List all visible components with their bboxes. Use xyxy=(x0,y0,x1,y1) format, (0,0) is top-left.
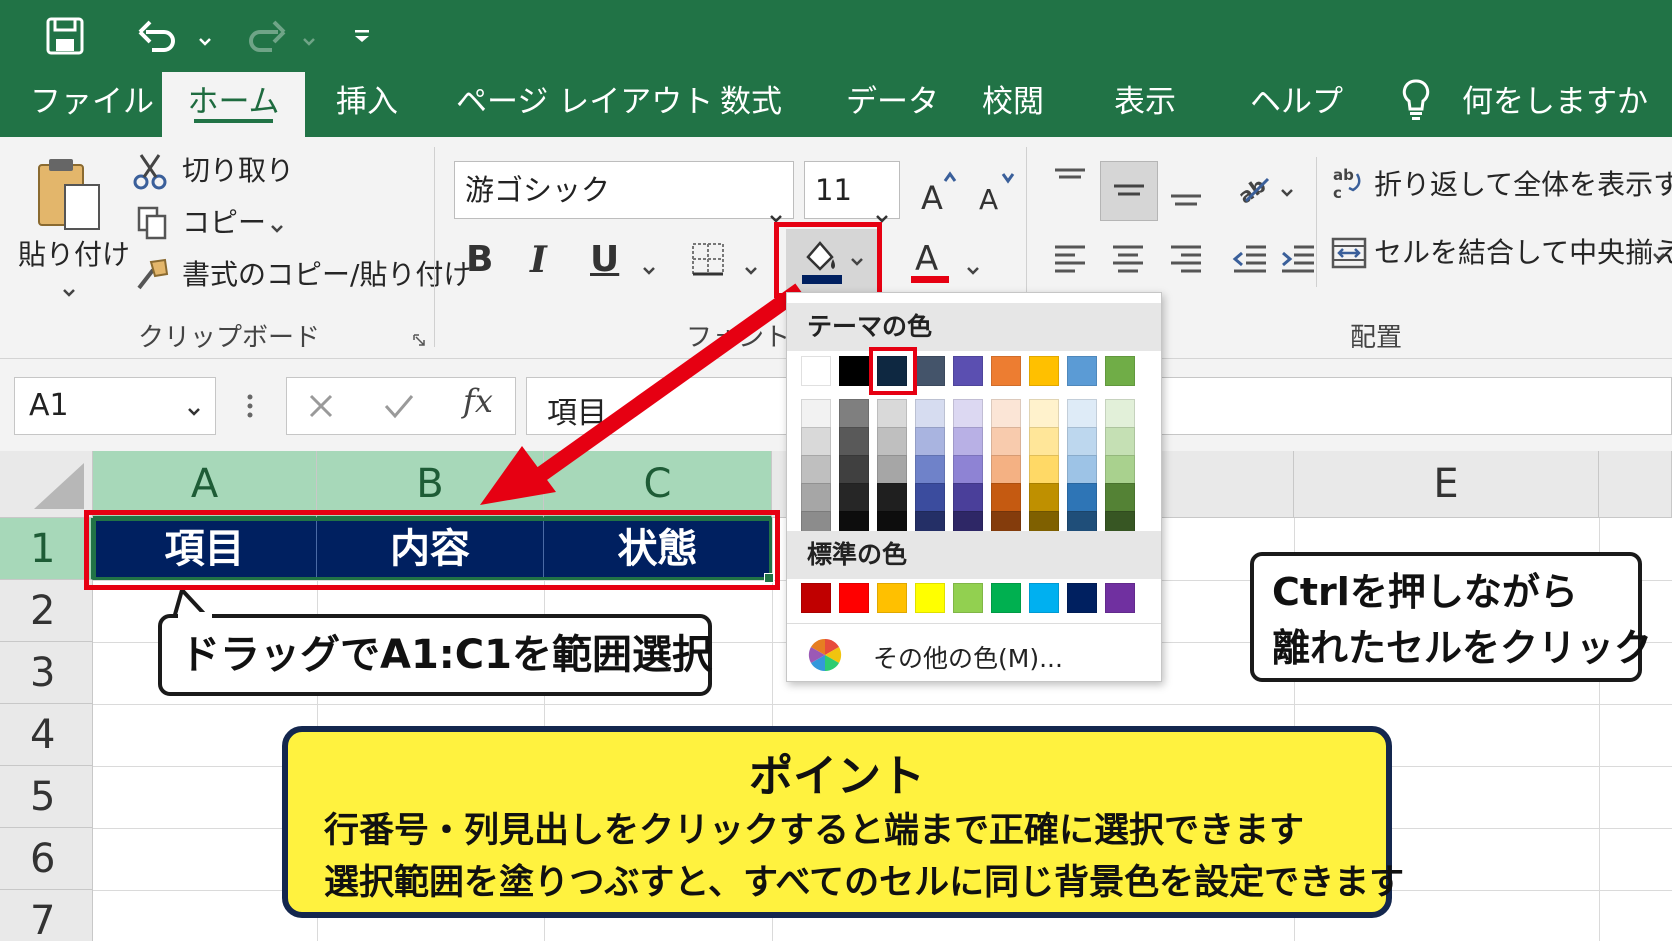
theme-shade-swatch[interactable] xyxy=(991,427,1021,457)
more-colors-label: その他の色(M)... xyxy=(873,644,1063,673)
theme-shade-swatch[interactable] xyxy=(1105,399,1135,429)
theme-shade-swatch[interactable] xyxy=(877,427,907,457)
theme-shade-swatch[interactable] xyxy=(1029,427,1059,457)
theme-color-swatch[interactable] xyxy=(1105,356,1135,386)
standard-color-swatch[interactable] xyxy=(801,583,831,613)
point-title: ポイント xyxy=(749,751,925,802)
theme-color-swatch[interactable] xyxy=(839,356,869,386)
ctrl-click-callout: Ctrlを押しながら 離れたセルをクリック xyxy=(1250,552,1653,682)
theme-shade-swatch[interactable] xyxy=(915,455,945,485)
theme-shade-swatch[interactable] xyxy=(1029,399,1059,429)
theme-color-swatch[interactable] xyxy=(915,356,945,386)
theme-shade-swatch[interactable] xyxy=(953,483,983,513)
theme-shade-swatch[interactable] xyxy=(1029,483,1059,513)
theme-shade-swatch[interactable] xyxy=(839,483,869,513)
theme-shade-swatch[interactable] xyxy=(801,399,831,429)
theme-shade-swatch[interactable] xyxy=(801,483,831,513)
theme-color-swatch[interactable] xyxy=(801,356,831,386)
theme-shade-swatch[interactable] xyxy=(1105,427,1135,457)
theme-color-swatch[interactable] xyxy=(991,356,1021,386)
theme-shade-swatch[interactable] xyxy=(915,483,945,513)
ctrl-callout-line2: 離れたセルをクリック xyxy=(1272,626,1653,670)
selected-color-highlight-box xyxy=(869,347,917,395)
theme-shade-swatch[interactable] xyxy=(877,399,907,429)
fill-color-dropdown: テーマの色 標準の色 その他の色(M)... xyxy=(786,292,1162,682)
theme-color-swatch[interactable] xyxy=(953,356,983,386)
theme-shade-swatch[interactable] xyxy=(1029,455,1059,485)
color-wheel-icon xyxy=(808,638,842,672)
point-line-1: 行番号・列見出しをクリックすると端まで正確に選択できます xyxy=(324,811,1305,851)
palette-divider xyxy=(787,623,1161,624)
theme-shade-swatch[interactable] xyxy=(801,427,831,457)
theme-shade-swatch[interactable] xyxy=(1067,483,1097,513)
standard-color-swatch[interactable] xyxy=(1029,583,1059,613)
theme-shade-swatch[interactable] xyxy=(1067,399,1097,429)
standard-color-swatch[interactable] xyxy=(991,583,1021,613)
theme-shade-swatch[interactable] xyxy=(1105,483,1135,513)
ctrl-callout-line1: Ctrlを押しながら xyxy=(1272,570,1578,614)
theme-color-swatch[interactable] xyxy=(1029,356,1059,386)
standard-color-swatch[interactable] xyxy=(877,583,907,613)
standard-color-swatch[interactable] xyxy=(839,583,869,613)
theme-shade-swatch[interactable] xyxy=(877,483,907,513)
theme-shade-swatch[interactable] xyxy=(953,399,983,429)
theme-shade-swatch[interactable] xyxy=(1105,455,1135,485)
theme-shade-swatch[interactable] xyxy=(1067,455,1097,485)
theme-shade-swatch[interactable] xyxy=(1067,427,1097,457)
standard-colors-heading: 標準の色 xyxy=(787,531,1161,579)
standard-color-swatch[interactable] xyxy=(1067,583,1097,613)
theme-shade-swatch[interactable] xyxy=(991,399,1021,429)
standard-color-swatch[interactable] xyxy=(915,583,945,613)
theme-shade-swatch[interactable] xyxy=(915,427,945,457)
standard-color-swatch[interactable] xyxy=(1105,583,1135,613)
theme-shade-swatch[interactable] xyxy=(915,399,945,429)
point-line-2: 選択範囲を塗りつぶすと、すべてのセルに同じ背景色を設定できます xyxy=(324,863,1405,903)
point-tips-box: ポイント 行番号・列見出しをクリックすると端まで正確に選択できます 選択範囲を塗… xyxy=(282,726,1404,918)
theme-shade-swatch[interactable] xyxy=(953,455,983,485)
theme-shade-swatch[interactable] xyxy=(877,455,907,485)
theme-shade-swatch[interactable] xyxy=(839,399,869,429)
standard-color-swatch[interactable] xyxy=(953,583,983,613)
drag-instruction-callout: ドラッグでA1:C1を範囲選択 xyxy=(158,614,712,696)
theme-shade-swatch[interactable] xyxy=(953,427,983,457)
theme-color-swatch[interactable] xyxy=(1067,356,1097,386)
more-colors-item[interactable]: その他の色(M)... xyxy=(807,635,1107,675)
theme-shade-swatch[interactable] xyxy=(991,483,1021,513)
callout-tail-mask xyxy=(178,612,212,620)
theme-shade-swatch[interactable] xyxy=(801,455,831,485)
theme-shade-swatch[interactable] xyxy=(991,455,1021,485)
theme-shade-swatch[interactable] xyxy=(839,455,869,485)
theme-colors-heading: テーマの色 xyxy=(787,303,1161,351)
theme-shade-swatch[interactable] xyxy=(839,427,869,457)
